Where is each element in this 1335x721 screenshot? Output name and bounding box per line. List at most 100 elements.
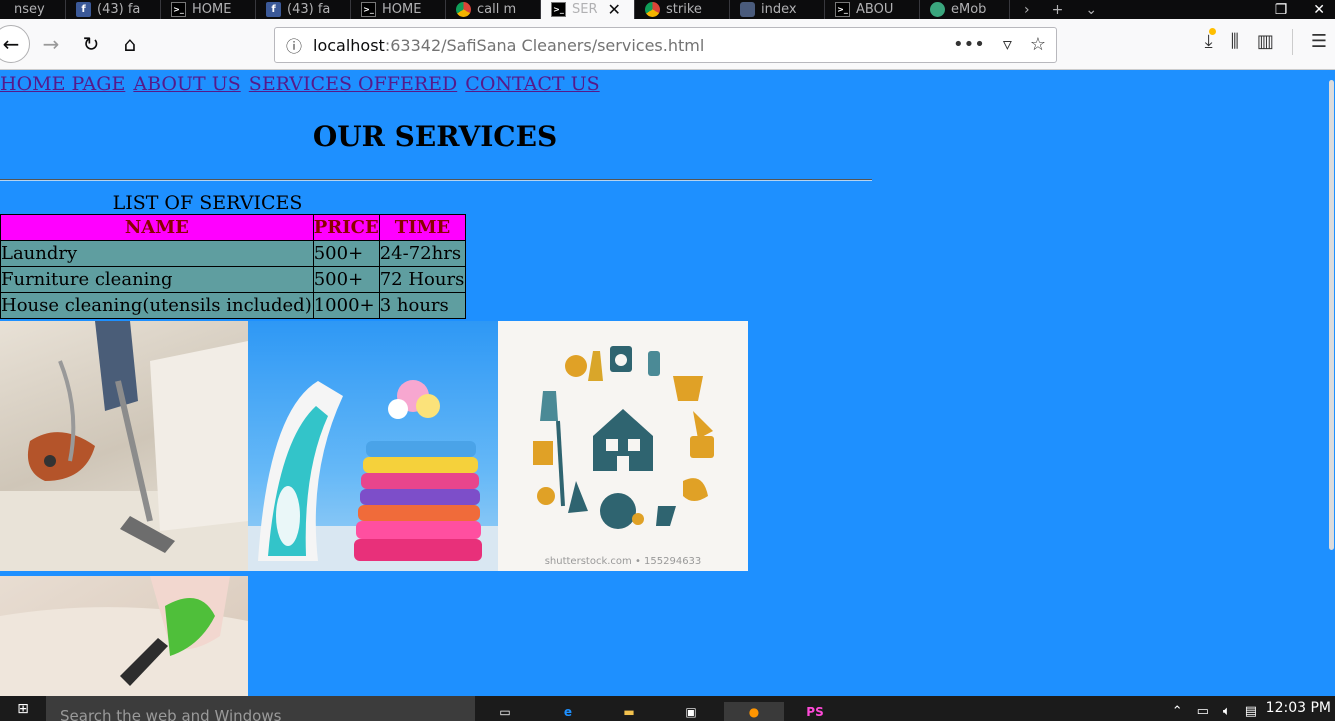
- back-button[interactable]: ←: [0, 25, 30, 63]
- site-menu: HOME PAGE ABOUT US SERVICES OFFERED CONT…: [0, 73, 602, 95]
- download-icon[interactable]: ⤓: [1205, 28, 1216, 55]
- vacuum-illustration: [0, 321, 248, 571]
- tab-9[interactable]: >_ ABOU: [825, 0, 920, 19]
- tab-title: (43) fa: [97, 2, 141, 17]
- list-tabs-icon[interactable]: ⌄: [1085, 2, 1097, 18]
- services-offered-link[interactable]: SERVICES OFFERED: [249, 73, 457, 95]
- toolbar-separator: [1291, 29, 1293, 55]
- tab-title: index: [761, 2, 797, 17]
- start-button[interactable]: ⊞: [0, 696, 46, 721]
- cell-time: 72 Hours: [378, 266, 467, 293]
- reload-button[interactable]: ↻: [78, 31, 104, 57]
- facebook-icon: f: [76, 2, 91, 17]
- chrome-icon: [645, 2, 660, 17]
- info-icon[interactable]: ⓘ: [275, 33, 313, 57]
- services-table: NAME PRICE TIME Laundry 500+ 24-72hrs Fu…: [0, 214, 467, 319]
- tab-3[interactable]: f (43) fa: [256, 0, 351, 19]
- home-page-link[interactable]: HOME PAGE: [0, 73, 125, 95]
- close-window-icon[interactable]: ✕: [1313, 2, 1325, 18]
- tab-title: nsey: [14, 2, 45, 17]
- arrow-left-icon: ←: [2, 32, 20, 56]
- table-header-row: NAME PRICE TIME: [0, 214, 467, 241]
- sidebar-icon[interactable]: ▥: [1257, 31, 1274, 55]
- windows-taskbar: ⊞ Search the web and Windows ▭ e ▬ ▣ ● P…: [0, 696, 1335, 721]
- show-hidden-icons-icon[interactable]: ⌃: [1172, 704, 1183, 719]
- address-bar[interactable]: ⓘ localhost:63342/SafiSana Cleaners/serv…: [274, 27, 1057, 63]
- shield-icon: [740, 2, 755, 17]
- watermark-text: shutterstock.com • 155294633: [544, 556, 702, 567]
- volume-icon[interactable]: 🔈︎: [1223, 704, 1231, 719]
- tab-strip: nsey f (43) fa >_ HOME f (43) fa >_ HOME…: [0, 0, 1335, 19]
- tab-1[interactable]: f (43) fa: [66, 0, 161, 19]
- tab-title: (43) fa: [287, 2, 331, 17]
- home-icon: ⌂: [123, 32, 137, 56]
- right-toolbar: ⤓ ⫼ ▥ ☰: [1205, 28, 1335, 55]
- ironing-illustration: [248, 380, 498, 571]
- chrome-icon: [456, 2, 471, 17]
- edge-icon[interactable]: e: [556, 702, 580, 721]
- horizontal-rule: [0, 179, 872, 181]
- tab-0[interactable]: nsey: [0, 0, 66, 19]
- cleaning-tools-illustration: [533, 346, 714, 529]
- taskbar-clock[interactable]: 12:03 PM: [1266, 700, 1331, 716]
- forward-button[interactable]: →: [38, 31, 64, 57]
- library-icon[interactable]: ⫼: [1231, 31, 1239, 55]
- tab-title: ABOU: [856, 2, 894, 17]
- tab-title: SER: [572, 2, 598, 17]
- table-caption: LIST OF SERVICES: [112, 192, 303, 214]
- windows-icon: ⊞: [17, 700, 29, 717]
- navigation-toolbar: ← → ↻ ⌂ ⓘ localhost:63342/SafiSana Clean…: [0, 19, 1335, 70]
- code-icon: >_: [361, 2, 376, 17]
- url-actions: ••• ▿ ☆: [953, 34, 1046, 55]
- tab-title: HOME: [192, 2, 232, 17]
- column-header-time: TIME: [378, 214, 467, 241]
- page-actions-icon[interactable]: •••: [953, 34, 985, 55]
- vertical-scrollbar[interactable]: [1328, 70, 1335, 696]
- battery-icon[interactable]: ▭: [1197, 704, 1209, 719]
- scroll-tabs-right-icon[interactable]: ›: [1024, 2, 1030, 18]
- restore-window-icon[interactable]: ❐: [1275, 2, 1288, 18]
- tab-title: HOME: [382, 2, 422, 17]
- file-explorer-icon[interactable]: ▬: [617, 702, 641, 721]
- table-row: Laundry 500+ 24-72hrs: [0, 240, 467, 267]
- firefox-icon[interactable]: ●: [724, 702, 784, 721]
- url-text[interactable]: localhost:63342/SafiSana Cleaners/servic…: [313, 36, 704, 55]
- phpstorm-icon[interactable]: PS: [803, 702, 827, 721]
- tab-6-active[interactable]: >_ SER ✕: [541, 0, 635, 19]
- sofa-cleaning-illustration: [0, 576, 248, 696]
- column-header-price: PRICE: [312, 214, 380, 241]
- about-us-link[interactable]: ABOUT US: [133, 73, 240, 95]
- code-icon: >_: [835, 2, 850, 17]
- scrollbar-thumb[interactable]: [1329, 80, 1334, 550]
- column-header-name: NAME: [0, 214, 314, 241]
- tab-2[interactable]: >_ HOME: [161, 0, 256, 19]
- new-tab-icon[interactable]: +: [1052, 2, 1064, 18]
- green-icon: [930, 2, 945, 17]
- tab-8[interactable]: index: [730, 0, 825, 19]
- window-controls: ❐ ✕: [1275, 0, 1335, 19]
- page-title: OUR SERVICES: [312, 120, 558, 153]
- menu-icon[interactable]: ☰: [1311, 31, 1327, 55]
- close-tab-icon[interactable]: ✕: [608, 0, 621, 19]
- store-icon[interactable]: ▣: [679, 702, 703, 721]
- pocket-icon[interactable]: ▿: [1003, 34, 1012, 55]
- tab-4[interactable]: >_ HOME: [351, 0, 446, 19]
- bookmark-star-icon[interactable]: ☆: [1030, 34, 1046, 55]
- code-icon: >_: [551, 2, 566, 17]
- cleaning-tools-image: shutterstock.com • 155294633: [498, 321, 748, 571]
- home-button[interactable]: ⌂: [117, 31, 143, 57]
- cell-time: 3 hours: [378, 292, 467, 319]
- cell-name: House cleaning(utensils included): [0, 292, 314, 319]
- taskbar-search-input[interactable]: Search the web and Windows: [46, 696, 475, 721]
- contact-us-link[interactable]: CONTACT US: [465, 73, 599, 95]
- task-view-icon[interactable]: ▭: [493, 702, 517, 721]
- tab-title: eMob: [951, 2, 987, 17]
- tab-10[interactable]: eMob: [920, 0, 1010, 19]
- tab-title: call m: [477, 2, 517, 17]
- tab-7[interactable]: strike: [635, 0, 730, 19]
- cell-name: Laundry: [0, 240, 314, 267]
- code-icon: >_: [171, 2, 186, 17]
- notifications-icon[interactable]: ▤: [1245, 704, 1257, 719]
- tab-5[interactable]: call m: [446, 0, 541, 19]
- download-dot: [1208, 28, 1216, 35]
